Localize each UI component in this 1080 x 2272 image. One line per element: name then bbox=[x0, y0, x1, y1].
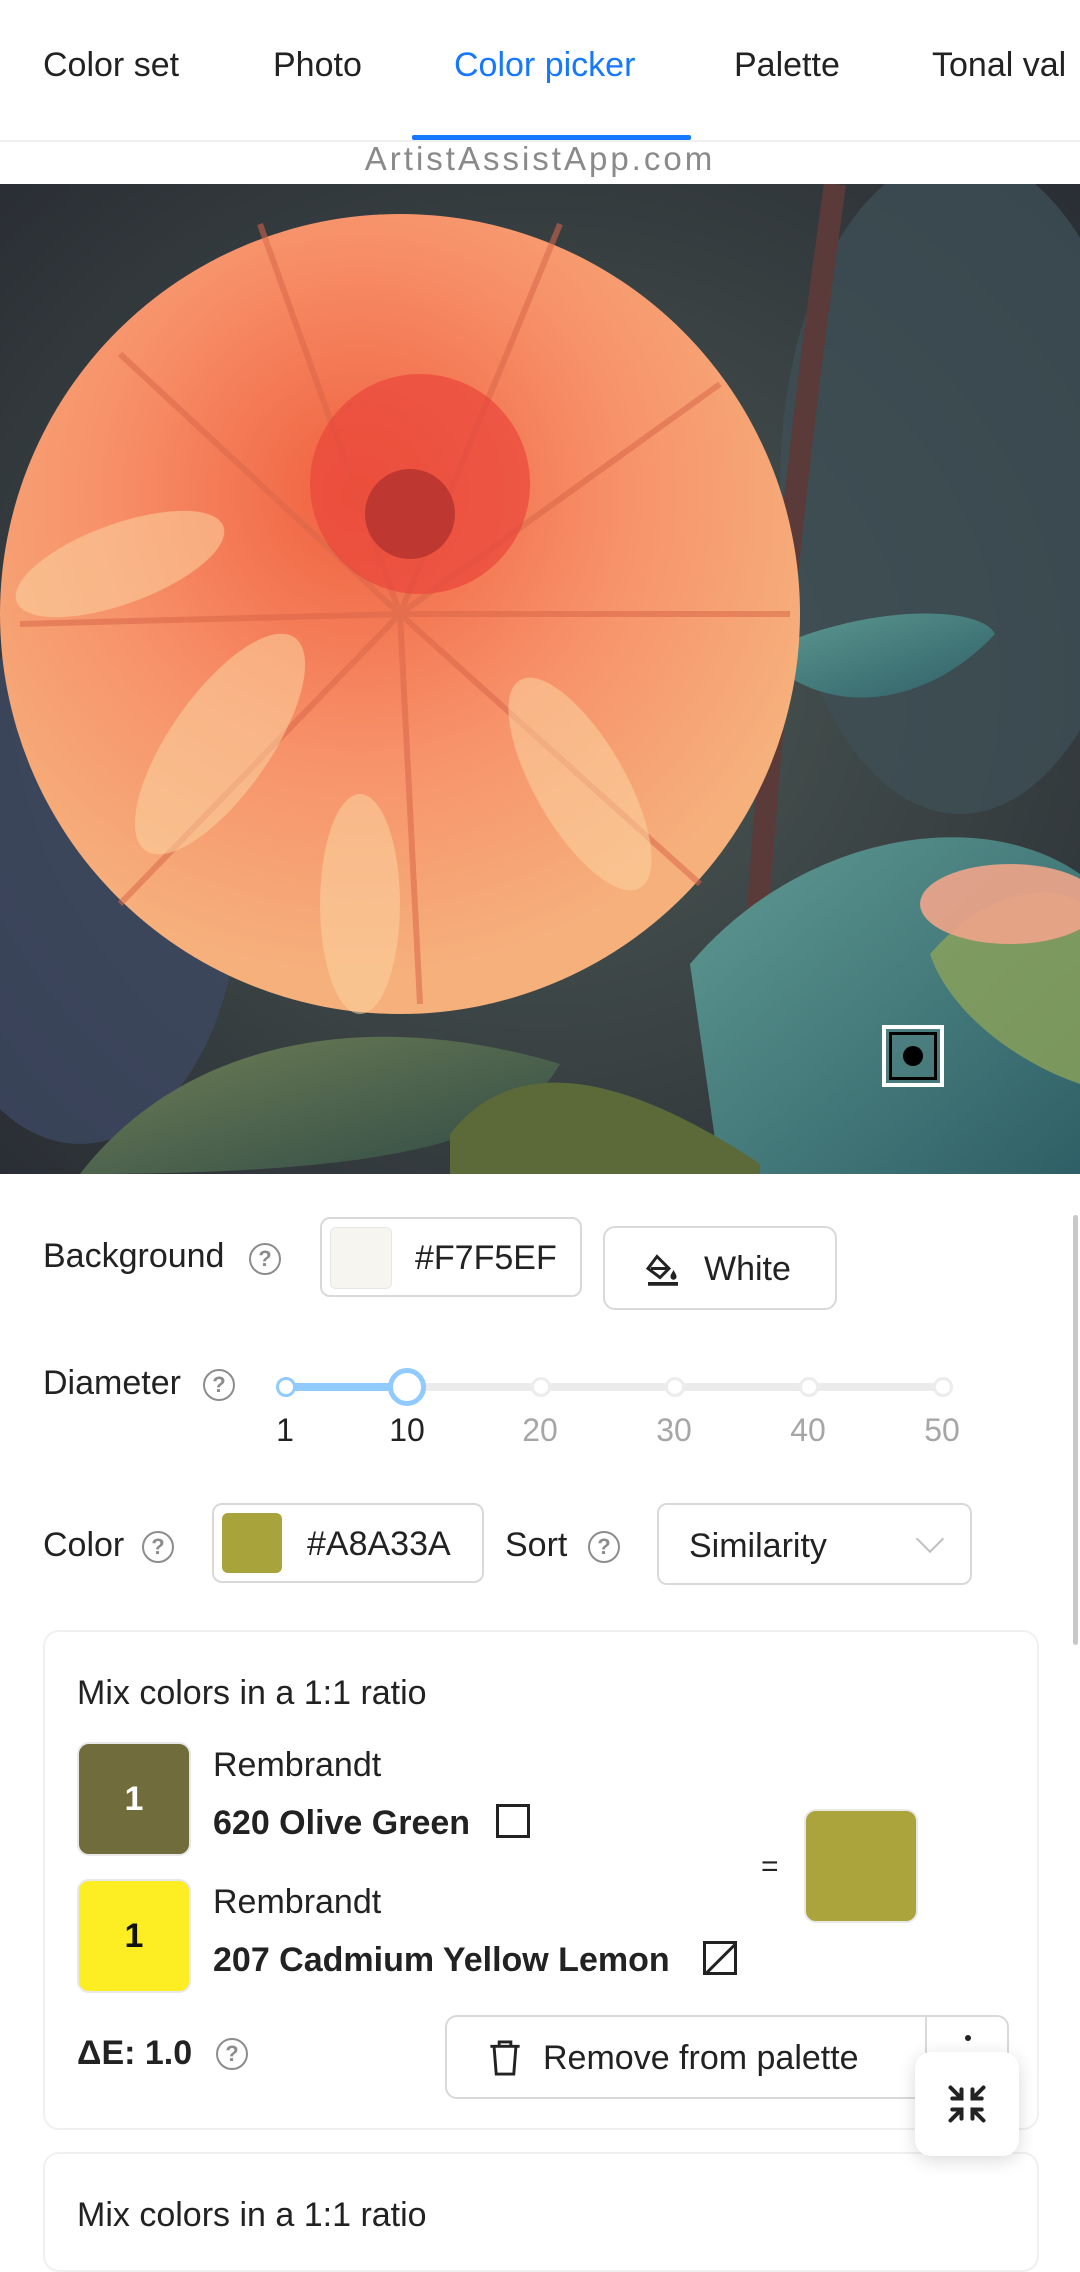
color-hex: #A8A33A bbox=[307, 1525, 451, 1563]
collapse-icon bbox=[948, 2085, 986, 2123]
mix-result-swatch[interactable] bbox=[804, 1809, 918, 1923]
mix-card-title: Mix colors in a 1:1 ratio bbox=[77, 2196, 427, 2234]
tab-palette[interactable]: Palette bbox=[734, 46, 840, 85]
help-icon[interactable]: ? bbox=[216, 2038, 248, 2070]
tab-color-set[interactable]: Color set bbox=[43, 46, 179, 85]
white-background-button[interactable]: White bbox=[603, 1226, 837, 1310]
paint-brand: Rembrandt bbox=[213, 1746, 382, 1784]
paint-checkbox[interactable] bbox=[703, 1941, 737, 1975]
slider-mark-label: 20 bbox=[522, 1412, 558, 1448]
paint-swatch[interactable]: 1 bbox=[77, 1742, 191, 1856]
diameter-label: Diameter bbox=[43, 1364, 181, 1402]
chevron-down-icon bbox=[915, 1524, 945, 1554]
background-color-input[interactable]: #F7F5EF bbox=[320, 1217, 582, 1297]
more-icon bbox=[965, 2035, 971, 2041]
slider-mark-dot[interactable] bbox=[276, 1377, 296, 1397]
tab-bar: Color set Photo Color picker Palette Ton… bbox=[0, 0, 1080, 142]
paint-name: 620 Olive Green bbox=[213, 1804, 471, 1842]
help-icon[interactable]: ? bbox=[203, 1369, 235, 1401]
mix-card: Mix colors in a 1:1 ratio bbox=[43, 2152, 1039, 2272]
help-icon[interactable]: ? bbox=[249, 1243, 281, 1275]
mix-card: Mix colors in a 1:1 ratio 1 Rembrandt 62… bbox=[43, 1630, 1039, 2130]
slider-mark-label: 40 bbox=[790, 1412, 826, 1448]
color-label: Color bbox=[43, 1526, 125, 1564]
background-label: Background bbox=[43, 1237, 225, 1275]
trash-icon bbox=[490, 2040, 520, 2076]
tab-color-picker[interactable]: Color picker bbox=[454, 46, 635, 85]
diameter-slider-handle[interactable] bbox=[388, 1368, 426, 1406]
help-icon[interactable]: ? bbox=[588, 1531, 620, 1563]
paint-parts: 1 bbox=[124, 1917, 144, 1955]
sort-label: Sort bbox=[505, 1526, 568, 1564]
mix-card-title: Mix colors in a 1:1 ratio bbox=[77, 1674, 427, 1712]
slider-mark-dot[interactable] bbox=[799, 1377, 819, 1397]
paint-bucket-icon bbox=[645, 1254, 678, 1286]
remove-button-label: Remove from palette bbox=[543, 2039, 859, 2077]
watermark: ArtistAssistApp.com bbox=[364, 140, 716, 177]
slider-mark-label: 10 bbox=[389, 1412, 425, 1448]
color-swatch bbox=[222, 1513, 282, 1573]
paint-checkbox[interactable] bbox=[496, 1804, 530, 1838]
picker-dot bbox=[903, 1046, 923, 1066]
photo-canvas[interactable] bbox=[0, 184, 1080, 1174]
tab-tonal-values[interactable]: Tonal val bbox=[932, 46, 1066, 85]
color-input[interactable]: #A8A33A bbox=[212, 1503, 484, 1583]
white-button-label: White bbox=[704, 1250, 791, 1288]
slider-mark-label: 1 bbox=[276, 1412, 294, 1448]
remove-from-palette-button[interactable]: Remove from palette bbox=[445, 2015, 927, 2099]
picker-target-icon[interactable] bbox=[882, 1025, 944, 1087]
slider-mark-dot[interactable] bbox=[531, 1377, 551, 1397]
equals-sign: = bbox=[761, 1850, 779, 1883]
sort-select[interactable]: Similarity bbox=[657, 1503, 972, 1585]
scrollbar[interactable] bbox=[1073, 1215, 1078, 1645]
background-hex: #F7F5EF bbox=[415, 1239, 557, 1277]
delta-e: ΔE: 1.0 bbox=[77, 2034, 193, 2072]
slider-mark-label: 50 bbox=[924, 1412, 960, 1448]
slider-mark-dot[interactable] bbox=[665, 1377, 685, 1397]
slider-mark-dot[interactable] bbox=[933, 1377, 953, 1397]
paint-swatch[interactable]: 1 bbox=[77, 1879, 191, 1993]
tab-photo[interactable]: Photo bbox=[273, 46, 362, 85]
paint-name: 207 Cadmium Yellow Lemon bbox=[213, 1941, 670, 1979]
exit-fullscreen-button[interactable] bbox=[915, 2052, 1019, 2156]
paint-parts: 1 bbox=[124, 1780, 144, 1818]
slider-mark-label: 30 bbox=[656, 1412, 692, 1448]
background-swatch bbox=[330, 1227, 392, 1289]
help-icon[interactable]: ? bbox=[142, 1531, 174, 1563]
paint-brand: Rembrandt bbox=[213, 1883, 382, 1921]
sort-value: Similarity bbox=[689, 1527, 827, 1565]
